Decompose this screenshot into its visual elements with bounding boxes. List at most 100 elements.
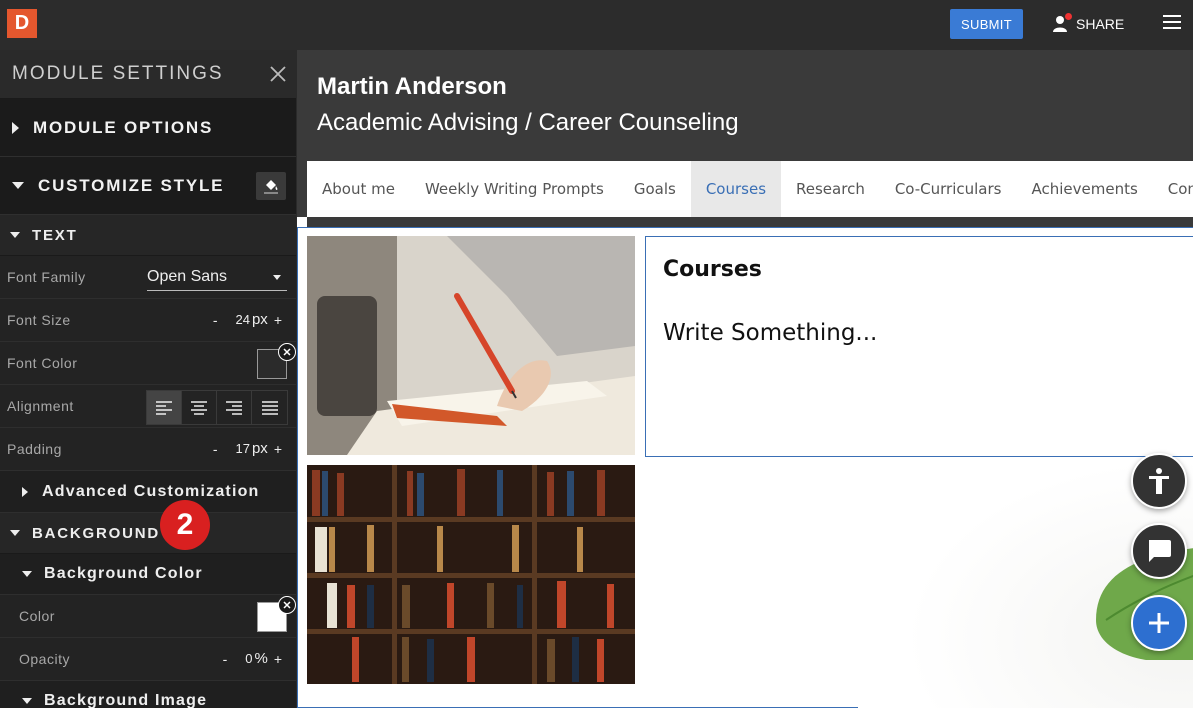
font-color-label: Font Color xyxy=(7,355,78,371)
text-block[interactable]: Courses Write Something... xyxy=(645,236,1193,457)
padding-unit: px xyxy=(251,440,268,457)
advanced-customization-label: Advanced Customization xyxy=(42,482,260,500)
font-size-stepper[interactable]: - 24 px + xyxy=(213,311,282,328)
chevron-down-icon xyxy=(10,232,20,238)
padding-stepper[interactable]: - 17 px + xyxy=(213,440,282,457)
submit-button[interactable]: SUBMIT xyxy=(950,9,1023,39)
advanced-customization-section[interactable]: Advanced Customization xyxy=(0,471,296,513)
text-section[interactable]: TEXT xyxy=(0,215,296,256)
customize-style-label: CUSTOMIZE STYLE xyxy=(38,175,225,195)
background-image-label: Background Image xyxy=(44,692,208,708)
nav-item-achievements[interactable]: Achievements xyxy=(1016,161,1152,217)
font-color-row: Font Color xyxy=(0,342,296,385)
content-module[interactable]: Courses Write Something... xyxy=(297,227,1193,708)
alignment-buttons xyxy=(146,390,288,425)
nav-item-weekly-writing-prompts[interactable]: Weekly Writing Prompts xyxy=(410,161,619,217)
font-family-row: Font Family Open Sans xyxy=(0,256,296,299)
increment-button[interactable]: + xyxy=(274,651,282,667)
padding-value[interactable]: 17 xyxy=(236,441,250,456)
nav-item-courses[interactable]: Courses xyxy=(690,161,782,217)
clear-color-icon[interactable] xyxy=(278,343,296,361)
opacity-label: Opacity xyxy=(19,651,70,667)
padding-row: Padding - 17 px + xyxy=(0,428,296,471)
chat-icon xyxy=(1149,540,1171,562)
clear-color-icon[interactable] xyxy=(278,596,296,614)
opacity-unit: % xyxy=(254,650,268,667)
add-module-button[interactable] xyxy=(1131,595,1187,651)
opacity-stepper[interactable]: - 0 % + xyxy=(223,650,282,667)
chevron-down-icon xyxy=(12,182,24,189)
alignment-row: Alignment xyxy=(0,385,296,428)
share-label: SHARE xyxy=(1076,16,1125,32)
panel-title: MODULE SETTINGS xyxy=(12,63,224,84)
page-header: Martin Anderson Academic Advising / Care… xyxy=(297,50,1193,161)
align-justify-icon[interactable] xyxy=(252,391,287,424)
nav-item-co-curriculars[interactable]: Co-Curriculars xyxy=(880,161,1017,217)
decrement-button[interactable]: - xyxy=(223,651,228,667)
decrement-button[interactable]: - xyxy=(213,312,218,328)
nav-item-more[interactable]: Con xyxy=(1153,161,1193,217)
app-logo[interactable]: D xyxy=(7,9,37,38)
background-section-label: BACKGROUND xyxy=(32,524,160,542)
align-left-icon[interactable] xyxy=(147,391,182,424)
plus-icon xyxy=(1149,613,1169,633)
dropdown-arrow-icon xyxy=(273,275,281,280)
align-center-icon[interactable] xyxy=(182,391,217,424)
alignment-label: Alignment xyxy=(7,398,74,414)
font-family-select[interactable]: Open Sans xyxy=(147,263,287,291)
font-family-value: Open Sans xyxy=(147,268,228,285)
increment-button[interactable]: + xyxy=(274,312,282,328)
decrement-button[interactable]: - xyxy=(213,441,218,457)
font-size-unit: px xyxy=(251,311,268,328)
nav-item-goals[interactable]: Goals xyxy=(619,161,691,217)
paint-bucket-icon[interactable] xyxy=(256,172,286,200)
step-badge: 2 xyxy=(160,500,210,550)
page-canvas: Martin Anderson Academic Advising / Care… xyxy=(297,50,1193,708)
font-size-label: Font Size xyxy=(7,312,71,328)
color-label: Color xyxy=(19,608,55,624)
chevron-down-icon xyxy=(22,698,32,704)
background-color-section[interactable]: Background Color xyxy=(0,554,296,595)
nav-item-about-me[interactable]: About me xyxy=(307,161,410,217)
nav-wrapper: About me Weekly Writing Prompts Goals Co… xyxy=(297,161,1193,217)
font-family-label: Font Family xyxy=(7,269,86,285)
align-right-icon[interactable] xyxy=(217,391,252,424)
opacity-value[interactable]: 0 xyxy=(245,651,252,666)
background-section[interactable]: BACKGROUND 2 xyxy=(0,500,296,554)
nav-item-research[interactable]: Research xyxy=(781,161,880,217)
chevron-down-icon xyxy=(22,571,32,577)
module-options-label: MODULE OPTIONS xyxy=(33,117,214,137)
padding-label: Padding xyxy=(7,441,62,457)
chat-button[interactable] xyxy=(1131,523,1187,579)
nav-divider xyxy=(307,217,1193,227)
font-size-row: Font Size - 24 px + xyxy=(0,299,296,342)
accessibility-button[interactable] xyxy=(1131,453,1187,509)
hamburger-menu-icon[interactable] xyxy=(1163,15,1181,31)
module-settings-panel: MODULE SETTINGS MODULE OPTIONS CUSTOMIZE… xyxy=(0,50,296,708)
share-button[interactable]: SHARE xyxy=(1052,12,1124,36)
page-owner-name: Martin Anderson xyxy=(317,73,507,100)
customize-style-section[interactable]: CUSTOMIZE STYLE xyxy=(0,157,296,215)
bookshelf-photo[interactable] xyxy=(307,465,635,684)
module-options-section[interactable]: MODULE OPTIONS xyxy=(0,99,296,157)
writing-photo[interactable] xyxy=(307,236,635,455)
text-block-body[interactable]: Write Something... xyxy=(663,320,1187,346)
page-subtitle: Academic Advising / Career Counseling xyxy=(317,109,739,136)
top-bar: D SUBMIT SHARE xyxy=(0,0,1193,50)
increment-button[interactable]: + xyxy=(274,441,282,457)
bg-color-row: Color xyxy=(0,595,296,638)
chevron-right-icon xyxy=(22,486,28,497)
chevron-down-icon xyxy=(10,530,20,536)
opacity-row: Opacity - 0 % + xyxy=(0,638,296,681)
chevron-right-icon xyxy=(12,121,19,134)
background-color-label: Background Color xyxy=(44,565,203,582)
notification-dot xyxy=(1065,13,1072,20)
font-size-value[interactable]: 24 xyxy=(236,312,250,327)
accessibility-icon xyxy=(1149,468,1169,494)
user-icon xyxy=(1052,13,1072,33)
background-image-section[interactable]: Background Image xyxy=(0,681,296,708)
page-nav: About me Weekly Writing Prompts Goals Co… xyxy=(307,161,1193,217)
close-icon[interactable] xyxy=(270,66,286,82)
text-block-title[interactable]: Courses xyxy=(663,257,1187,282)
panel-header: MODULE SETTINGS xyxy=(0,50,296,99)
